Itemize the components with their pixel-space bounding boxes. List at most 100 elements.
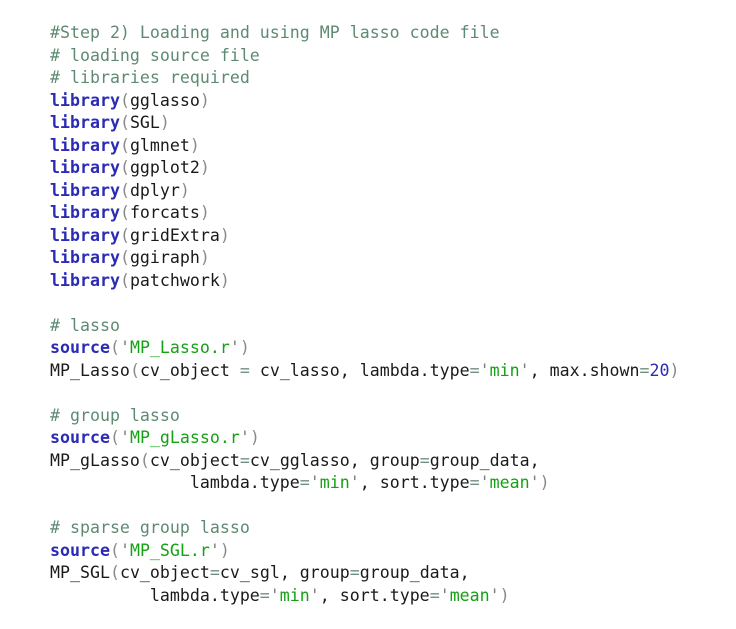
code-token: ' — [439, 585, 450, 605]
code-token: library — [50, 135, 120, 155]
code-token: = — [259, 585, 270, 605]
code-token: # libraries required — [50, 68, 250, 87]
code-token: = — [469, 360, 480, 380]
code-token: ) — [669, 360, 680, 380]
code-token: ( — [129, 360, 140, 380]
code-token: mean — [489, 473, 530, 492]
code-token: ggiraph — [129, 248, 200, 267]
code-token: = — [469, 473, 480, 492]
code-token: min — [489, 360, 520, 380]
code-line: library(SGL) — [50, 112, 726, 135]
code-token: ( — [119, 90, 130, 110]
code-token: ) — [239, 338, 250, 357]
code-line: library(ggiraph) — [50, 247, 726, 270]
code-token: ' — [119, 428, 130, 447]
code-token: MP_gLasso.r — [129, 428, 240, 447]
code-token: ( — [119, 248, 130, 267]
code-token: ' — [489, 585, 500, 605]
code-line: library(gglasso) — [50, 90, 726, 113]
code-token: lambda.type — [50, 585, 260, 605]
code-token: MP_SGL — [50, 563, 110, 582]
code-token: ( — [119, 135, 130, 155]
code-token: = — [299, 473, 310, 492]
code-token: lambda.type — [50, 473, 300, 492]
code-token: , sort.type — [359, 473, 470, 492]
code-token: ) — [219, 540, 230, 560]
code-token: ) — [189, 135, 200, 155]
code-token: library — [50, 248, 120, 267]
code-token: cv_gglasso, group — [249, 450, 420, 470]
code-line: lambda.type='min', sort.type='mean') — [50, 585, 726, 608]
code-token: ( — [109, 428, 120, 447]
code-token: = — [639, 360, 650, 380]
code-token: patchwork — [129, 270, 220, 290]
code-token: MP_gLasso — [50, 450, 140, 470]
code-token: cv_object — [119, 563, 210, 582]
code-token: SGL — [129, 113, 160, 132]
code-line: # loading source file — [50, 45, 726, 68]
code-token: ' — [479, 473, 490, 492]
code-token: source — [50, 540, 110, 560]
code-token: ' — [529, 473, 540, 492]
code-line: library(ggplot2) — [50, 157, 726, 180]
code-line: MP_SGL(cv_object=cv_sgl, group=group_dat… — [50, 562, 726, 585]
code-token: dplyr — [129, 180, 180, 200]
code-line: MP_Lasso(cv_object = cv_lasso, lambda.ty… — [50, 360, 726, 383]
code-token: ' — [209, 540, 220, 560]
code-token: gglasso — [129, 90, 200, 110]
code-line: # group lasso — [50, 405, 726, 428]
code-token: ) — [249, 428, 260, 447]
code-token: ) — [199, 248, 210, 267]
code-line: # libraries required — [50, 67, 726, 90]
code-line: # sparse group lasso — [50, 517, 726, 540]
code-token: ( — [119, 225, 130, 245]
code-token: ( — [109, 540, 120, 560]
code-token: ( — [119, 203, 130, 222]
code-line: ​ — [50, 495, 726, 518]
code-token: min — [319, 473, 350, 492]
code-token: ) — [199, 158, 210, 177]
code-token: # lasso — [50, 315, 120, 335]
code-token: = — [419, 450, 430, 470]
code-token: cv_sgl, group — [219, 563, 350, 582]
code-block[interactable]: #Step 2) Loading and using MP lasso code… — [50, 22, 726, 607]
code-token: = — [239, 450, 250, 470]
code-token: cv_lasso, lambda.type — [249, 360, 470, 380]
code-token: ' — [519, 360, 530, 380]
code-token: ) — [199, 90, 210, 110]
code-token: ' — [119, 338, 130, 357]
code-line: ​ — [50, 292, 726, 315]
code-token: library — [50, 225, 120, 245]
code-token: source — [50, 338, 110, 357]
code-token: = — [429, 585, 440, 605]
code-token: group_data, — [429, 450, 540, 470]
code-line: library(gridExtra) — [50, 225, 726, 248]
code-token: ( — [109, 563, 120, 582]
code-token: ' — [229, 338, 240, 357]
code-token: #Step 2) Loading and using MP lasso code… — [50, 23, 500, 42]
code-line: library(dplyr) — [50, 180, 726, 203]
code-token: glmnet — [129, 135, 190, 155]
code-token: # loading source file — [50, 45, 260, 65]
code-line: library(forcats) — [50, 202, 726, 225]
code-token: ) — [159, 113, 170, 132]
code-line: #Step 2) Loading and using MP lasso code… — [50, 22, 726, 45]
code-token: MP_Lasso.r — [129, 338, 230, 357]
code-token: ggplot2 — [129, 158, 200, 177]
code-token: cv_object — [139, 360, 240, 380]
code-token: ) — [539, 473, 550, 492]
code-token: 20 — [649, 360, 670, 380]
code-line: lambda.type='min', sort.type='mean') — [50, 472, 726, 495]
code-line: source('MP_SGL.r') — [50, 540, 726, 563]
code-token: ) — [219, 270, 230, 290]
code-token: MP_SGL.r — [129, 540, 210, 560]
code-token: = — [349, 563, 360, 582]
code-token: min — [279, 585, 310, 605]
code-token: ' — [239, 428, 250, 447]
code-token: ) — [219, 225, 230, 245]
code-token: library — [50, 158, 120, 177]
code-token: , max.shown — [529, 360, 640, 380]
code-line: source('MP_gLasso.r') — [50, 427, 726, 450]
code-token: library — [50, 270, 120, 290]
code-token: , sort.type — [319, 585, 430, 605]
